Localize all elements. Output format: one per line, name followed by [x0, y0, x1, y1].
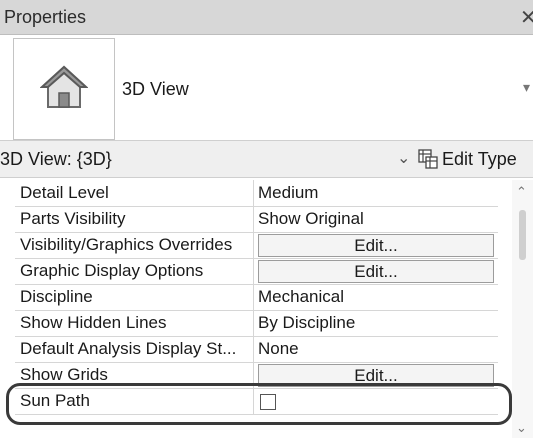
property-edit-button[interactable]: Edit...	[258, 260, 494, 283]
property-value[interactable]: None	[258, 339, 299, 359]
column-divider	[253, 258, 254, 284]
column-divider	[253, 310, 254, 336]
house-icon	[40, 65, 88, 108]
property-edit-button[interactable]: Edit...	[258, 234, 494, 257]
property-row[interactable]: Parts Visibility Show Original	[15, 206, 498, 233]
property-value[interactable]: By Discipline	[258, 313, 355, 333]
properties-titlebar: Properties ✕	[0, 0, 533, 35]
vertical-scrollbar[interactable]: ⌃ ⌄	[512, 180, 533, 438]
highlight-outline	[6, 383, 512, 425]
property-name: Parts Visibility	[20, 209, 126, 228]
property-name: Discipline	[20, 287, 93, 306]
type-dropdown-icon[interactable]: ▾	[523, 79, 530, 96]
instance-filter-bar: 3D View: {3D} ⌄ Edit Type	[0, 140, 533, 178]
close-icon[interactable]: ✕	[520, 5, 533, 30]
property-row[interactable]: Visibility/Graphics Overrides Edit...	[15, 232, 498, 259]
instance-selector[interactable]: 3D View: {3D}	[0, 149, 112, 170]
property-value[interactable]: Show Original	[258, 209, 364, 229]
property-row[interactable]: Discipline Mechanical	[15, 284, 498, 311]
scroll-down-icon[interactable]: ⌄	[516, 420, 527, 436]
property-value[interactable]: Mechanical	[258, 287, 344, 307]
property-row[interactable]: Graphic Display Options Edit...	[15, 258, 498, 285]
property-row[interactable]: Default Analysis Display St... None	[15, 336, 498, 363]
chevron-down-icon[interactable]: ⌄	[397, 148, 410, 168]
property-name: Visibility/Graphics Overrides	[20, 235, 233, 254]
property-row[interactable]: Detail Level Medium	[15, 180, 498, 207]
edit-type-icon	[418, 149, 438, 169]
property-name: Graphic Display Options	[20, 261, 204, 280]
column-divider	[253, 206, 254, 232]
type-name: 3D View	[122, 79, 189, 99]
property-value[interactable]: Medium	[258, 183, 318, 203]
property-row[interactable]: Show Hidden Lines By Discipline	[15, 310, 498, 337]
property-name: Show Hidden Lines	[20, 313, 167, 332]
panel-title: Properties	[4, 7, 87, 27]
column-divider	[253, 284, 254, 310]
scroll-thumb[interactable]	[519, 210, 526, 260]
property-name: Show Grids	[20, 365, 108, 384]
column-divider	[253, 336, 254, 362]
scroll-up-icon[interactable]: ⌃	[516, 184, 527, 200]
column-divider	[253, 180, 254, 206]
column-divider	[253, 232, 254, 258]
type-thumbnail	[13, 38, 115, 140]
type-selector[interactable]: 3D View ▾	[0, 35, 533, 140]
property-name: Detail Level	[20, 183, 109, 202]
edit-type-label: Edit Type	[442, 149, 517, 169]
property-name: Default Analysis Display St...	[20, 339, 237, 358]
